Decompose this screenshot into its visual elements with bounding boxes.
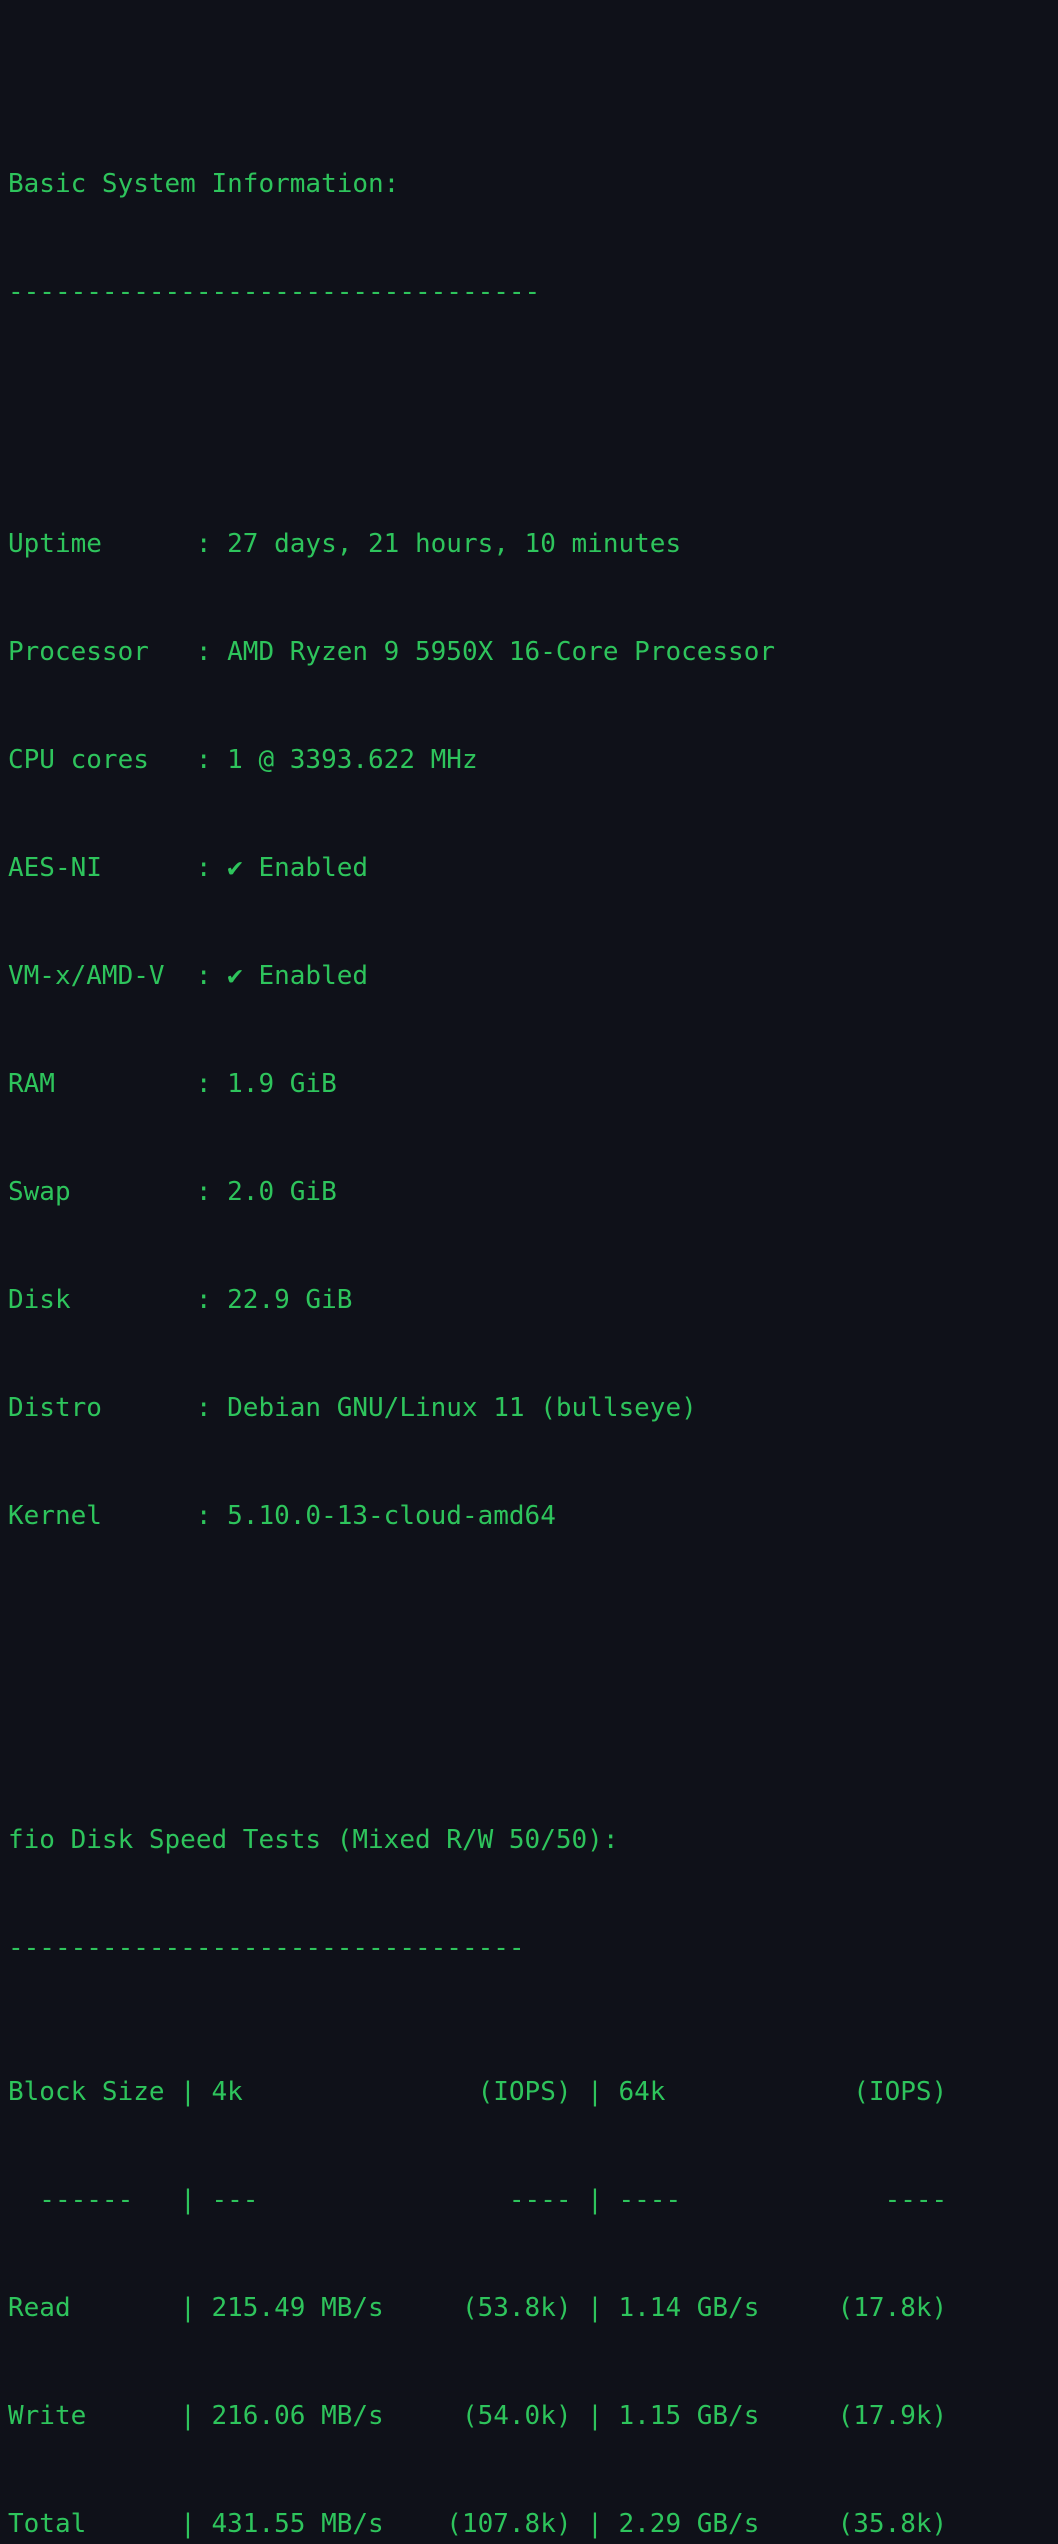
row-text: Uptime : 27 days, 21 hours, 10 minutes bbox=[8, 529, 682, 559]
fio-disk-speed-tests-title: fio Disk Speed Tests (Mixed R/W 50/50): bbox=[8, 1825, 619, 1855]
fio-table-1-divider: ------ | --- ---- | ---- ---- bbox=[8, 2185, 948, 2215]
system-row-aes-ni: AES-NI : ✔ Enabled bbox=[8, 850, 1058, 886]
system-row-kernel: Kernel : 5.10.0-13-cloud-amd64 bbox=[8, 1498, 1058, 1534]
system-row-cpu-cores: CPU cores : 1 @ 3393.622 MHz bbox=[8, 742, 1058, 778]
basic-system-information-rule: ---------------------------------- bbox=[8, 277, 541, 307]
row-text: Kernel : 5.10.0-13-cloud-amd64 bbox=[8, 1501, 556, 1531]
basic-system-information-title: Basic System Information: bbox=[8, 169, 400, 199]
row-text: Processor : AMD Ryzen 9 5950X 16-Core Pr… bbox=[8, 637, 776, 667]
system-row-vm-x-amd-v: VM-x/AMD-V : ✔ Enabled bbox=[8, 958, 1058, 994]
fio-table-1-header: Block Size | 4k (IOPS) | 64k (IOPS) bbox=[8, 2077, 948, 2107]
fio-table-1-row-total: Total | 431.55 MB/s (107.8k) | 2.29 GB/s… bbox=[8, 2509, 948, 2539]
row-text: Disk : 22.9 GiB bbox=[8, 1285, 353, 1315]
system-row-swap: Swap : 2.0 GiB bbox=[8, 1174, 1058, 1210]
system-row-uptime: Uptime : 27 days, 21 hours, 10 minutes bbox=[8, 526, 1058, 562]
system-row-ram: RAM : 1.9 GiB bbox=[8, 1066, 1058, 1102]
system-row-distro: Distro : Debian GNU/Linux 11 (bullseye) bbox=[8, 1390, 1058, 1426]
fio-disk-speed-tests-rule: --------------------------------- bbox=[8, 1933, 525, 1963]
terminal-output: Basic System Information: --------------… bbox=[0, 0, 1058, 2539]
row-text: VM-x/AMD-V : ✔ Enabled bbox=[8, 961, 369, 991]
fio-table-1-row-read: Read | 215.49 MB/s (53.8k) | 1.14 GB/s (… bbox=[8, 2293, 948, 2323]
row-text: AES-NI : ✔ Enabled bbox=[8, 853, 369, 883]
row-text: RAM : 1.9 GiB bbox=[8, 1069, 337, 1099]
system-row-disk: Disk : 22.9 GiB bbox=[8, 1282, 1058, 1318]
system-row-processor: Processor : AMD Ryzen 9 5950X 16-Core Pr… bbox=[8, 634, 1058, 670]
row-text: CPU cores : 1 @ 3393.622 MHz bbox=[8, 745, 478, 775]
row-text: Swap : 2.0 GiB bbox=[8, 1177, 337, 1207]
row-text: Distro : Debian GNU/Linux 11 (bullseye) bbox=[8, 1393, 697, 1423]
fio-table-1-row-write: Write | 216.06 MB/s (54.0k) | 1.15 GB/s … bbox=[8, 2401, 948, 2431]
